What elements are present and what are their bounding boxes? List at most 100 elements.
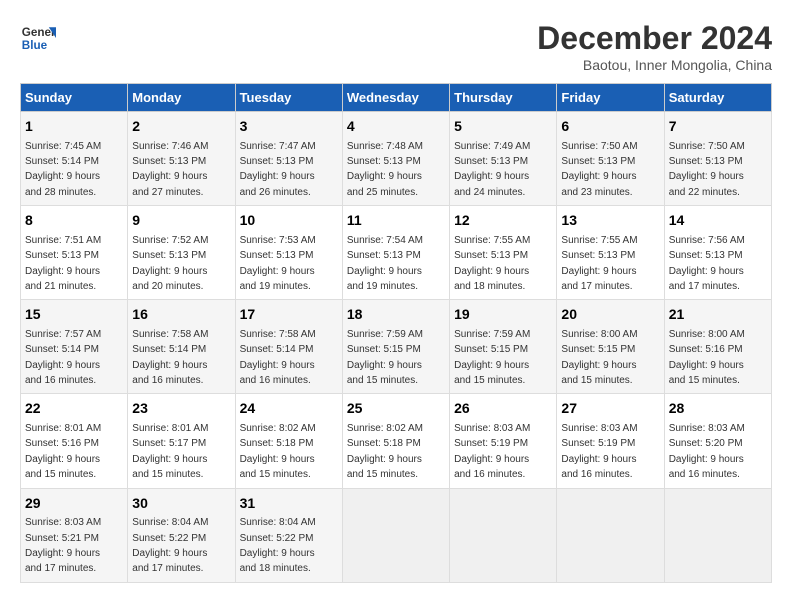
day-cell: 27 Sunrise: 8:03 AM Sunset: 5:19 PM Dayli… [557, 394, 664, 488]
day-number: 29 [25, 494, 123, 514]
day-number: 15 [25, 305, 123, 325]
subtitle: Baotou, Inner Mongolia, China [537, 57, 772, 73]
day-cell: 18 Sunrise: 7:59 AM Sunset: 5:15 PM Dayli… [342, 300, 449, 394]
week-row-3: 15 Sunrise: 7:57 AM Sunset: 5:14 PM Dayli… [21, 300, 772, 394]
day-cell: 3 Sunrise: 7:47 AM Sunset: 5:13 PM Daylig… [235, 112, 342, 206]
day-number: 9 [132, 211, 230, 231]
day-cell: 1 Sunrise: 7:45 AM Sunset: 5:14 PM Daylig… [21, 112, 128, 206]
svg-text:Blue: Blue [22, 39, 48, 52]
logo: General Blue [20, 20, 56, 56]
day-info: Sunrise: 8:04 AM Sunset: 5:22 PM Dayligh… [240, 517, 316, 574]
day-info: Sunrise: 8:03 AM Sunset: 5:20 PM Dayligh… [669, 423, 745, 480]
day-number: 10 [240, 211, 338, 231]
title-section: December 2024 Baotou, Inner Mongolia, Ch… [537, 20, 772, 73]
day-cell: 17 Sunrise: 7:58 AM Sunset: 5:14 PM Dayli… [235, 300, 342, 394]
day-cell: 9 Sunrise: 7:52 AM Sunset: 5:13 PM Daylig… [128, 206, 235, 300]
day-cell: 11Sunrise: 7:54 AM Sunset: 5:13 PM Dayli… [342, 206, 449, 300]
day-number: 7 [669, 117, 767, 137]
day-info: Sunrise: 7:58 AM Sunset: 5:14 PM Dayligh… [240, 329, 316, 386]
day-info: Sunrise: 8:02 AM Sunset: 5:18 PM Dayligh… [240, 423, 316, 480]
day-cell: 26 Sunrise: 8:03 AM Sunset: 5:19 PM Dayli… [450, 394, 557, 488]
day-info: Sunrise: 8:01 AM Sunset: 5:16 PM Dayligh… [25, 423, 101, 480]
day-info: Sunrise: 7:55 AM Sunset: 5:13 PM Dayligh… [454, 235, 530, 292]
day-info: Sunrise: 7:52 AM Sunset: 5:13 PM Dayligh… [132, 235, 208, 292]
day-cell: 15 Sunrise: 7:57 AM Sunset: 5:14 PM Dayli… [21, 300, 128, 394]
day-info: Sunrise: 7:57 AM Sunset: 5:14 PM Dayligh… [25, 329, 101, 386]
day-info: Sunrise: 7:50 AM Sunset: 5:13 PM Dayligh… [561, 141, 637, 198]
day-number: 8 [25, 211, 123, 231]
day-number: 2 [132, 117, 230, 137]
day-cell: 13Sunrise: 7:55 AM Sunset: 5:13 PM Dayli… [557, 206, 664, 300]
day-number: 5 [454, 117, 552, 137]
day-info: Sunrise: 8:03 AM Sunset: 5:19 PM Dayligh… [454, 423, 530, 480]
day-number: 20 [561, 305, 659, 325]
day-number: 1 [25, 117, 123, 137]
day-cell: 16 Sunrise: 7:58 AM Sunset: 5:14 PM Dayli… [128, 300, 235, 394]
day-cell: 14 Sunrise: 7:56 AM Sunset: 5:13 PM Dayli… [664, 206, 771, 300]
day-number: 27 [561, 399, 659, 419]
day-cell: 12 Sunrise: 7:55 AM Sunset: 5:13 PM Dayli… [450, 206, 557, 300]
day-cell [664, 488, 771, 582]
day-cell: 6Sunrise: 7:50 AM Sunset: 5:13 PM Daylig… [557, 112, 664, 206]
day-number: 3 [240, 117, 338, 137]
day-info: Sunrise: 7:47 AM Sunset: 5:13 PM Dayligh… [240, 141, 316, 198]
calendar-table: SundayMondayTuesdayWednesdayThursdayFrid… [20, 83, 772, 583]
day-number: 24 [240, 399, 338, 419]
col-header-thursday: Thursday [450, 84, 557, 112]
day-info: Sunrise: 7:59 AM Sunset: 5:15 PM Dayligh… [347, 329, 423, 386]
week-row-5: 29 Sunrise: 8:03 AM Sunset: 5:21 PM Dayli… [21, 488, 772, 582]
day-info: Sunrise: 7:49 AM Sunset: 5:13 PM Dayligh… [454, 141, 530, 198]
day-info: Sunrise: 7:59 AM Sunset: 5:15 PM Dayligh… [454, 329, 530, 386]
day-info: Sunrise: 7:53 AM Sunset: 5:13 PM Dayligh… [240, 235, 316, 292]
logo-icon: General Blue [20, 20, 56, 56]
day-number: 16 [132, 305, 230, 325]
day-info: Sunrise: 8:00 AM Sunset: 5:15 PM Dayligh… [561, 329, 637, 386]
day-cell [450, 488, 557, 582]
day-number: 14 [669, 211, 767, 231]
day-cell: 28Sunrise: 8:03 AM Sunset: 5:20 PM Dayli… [664, 394, 771, 488]
header-row: SundayMondayTuesdayWednesdayThursdayFrid… [21, 84, 772, 112]
col-header-tuesday: Tuesday [235, 84, 342, 112]
day-info: Sunrise: 8:00 AM Sunset: 5:16 PM Dayligh… [669, 329, 745, 386]
col-header-friday: Friday [557, 84, 664, 112]
day-cell: 31 Sunrise: 8:04 AM Sunset: 5:22 PM Dayli… [235, 488, 342, 582]
day-cell: 4Sunrise: 7:48 AM Sunset: 5:13 PM Daylig… [342, 112, 449, 206]
day-info: Sunrise: 7:45 AM Sunset: 5:14 PM Dayligh… [25, 141, 101, 198]
day-info: Sunrise: 8:03 AM Sunset: 5:21 PM Dayligh… [25, 517, 101, 574]
day-number: 19 [454, 305, 552, 325]
day-number: 31 [240, 494, 338, 514]
day-cell: 21 Sunrise: 8:00 AM Sunset: 5:16 PM Dayli… [664, 300, 771, 394]
day-info: Sunrise: 8:02 AM Sunset: 5:18 PM Dayligh… [347, 423, 423, 480]
week-row-4: 22 Sunrise: 8:01 AM Sunset: 5:16 PM Dayli… [21, 394, 772, 488]
day-cell: 20 Sunrise: 8:00 AM Sunset: 5:15 PM Dayli… [557, 300, 664, 394]
week-row-2: 8Sunrise: 7:51 AM Sunset: 5:13 PM Daylig… [21, 206, 772, 300]
day-number: 26 [454, 399, 552, 419]
day-number: 18 [347, 305, 445, 325]
day-cell: 19 Sunrise: 7:59 AM Sunset: 5:15 PM Dayli… [450, 300, 557, 394]
day-number: 22 [25, 399, 123, 419]
day-cell: 8Sunrise: 7:51 AM Sunset: 5:13 PM Daylig… [21, 206, 128, 300]
day-info: Sunrise: 8:04 AM Sunset: 5:22 PM Dayligh… [132, 517, 208, 574]
day-cell: 22 Sunrise: 8:01 AM Sunset: 5:16 PM Dayli… [21, 394, 128, 488]
day-cell [342, 488, 449, 582]
day-number: 21 [669, 305, 767, 325]
day-number: 30 [132, 494, 230, 514]
day-cell: 2Sunrise: 7:46 AM Sunset: 5:13 PM Daylig… [128, 112, 235, 206]
day-info: Sunrise: 7:56 AM Sunset: 5:13 PM Dayligh… [669, 235, 745, 292]
col-header-wednesday: Wednesday [342, 84, 449, 112]
day-info: Sunrise: 8:01 AM Sunset: 5:17 PM Dayligh… [132, 423, 208, 480]
main-title: December 2024 [537, 20, 772, 57]
col-header-sunday: Sunday [21, 84, 128, 112]
day-number: 23 [132, 399, 230, 419]
day-number: 13 [561, 211, 659, 231]
day-cell: 30 Sunrise: 8:04 AM Sunset: 5:22 PM Dayli… [128, 488, 235, 582]
day-cell: 29 Sunrise: 8:03 AM Sunset: 5:21 PM Dayli… [21, 488, 128, 582]
day-cell: 25Sunrise: 8:02 AM Sunset: 5:18 PM Dayli… [342, 394, 449, 488]
day-cell: 10 Sunrise: 7:53 AM Sunset: 5:13 PM Dayli… [235, 206, 342, 300]
day-info: Sunrise: 7:58 AM Sunset: 5:14 PM Dayligh… [132, 329, 208, 386]
header: General Blue December 2024 Baotou, Inner… [20, 20, 772, 73]
day-number: 12 [454, 211, 552, 231]
day-number: 17 [240, 305, 338, 325]
day-info: Sunrise: 8:03 AM Sunset: 5:19 PM Dayligh… [561, 423, 637, 480]
col-header-monday: Monday [128, 84, 235, 112]
